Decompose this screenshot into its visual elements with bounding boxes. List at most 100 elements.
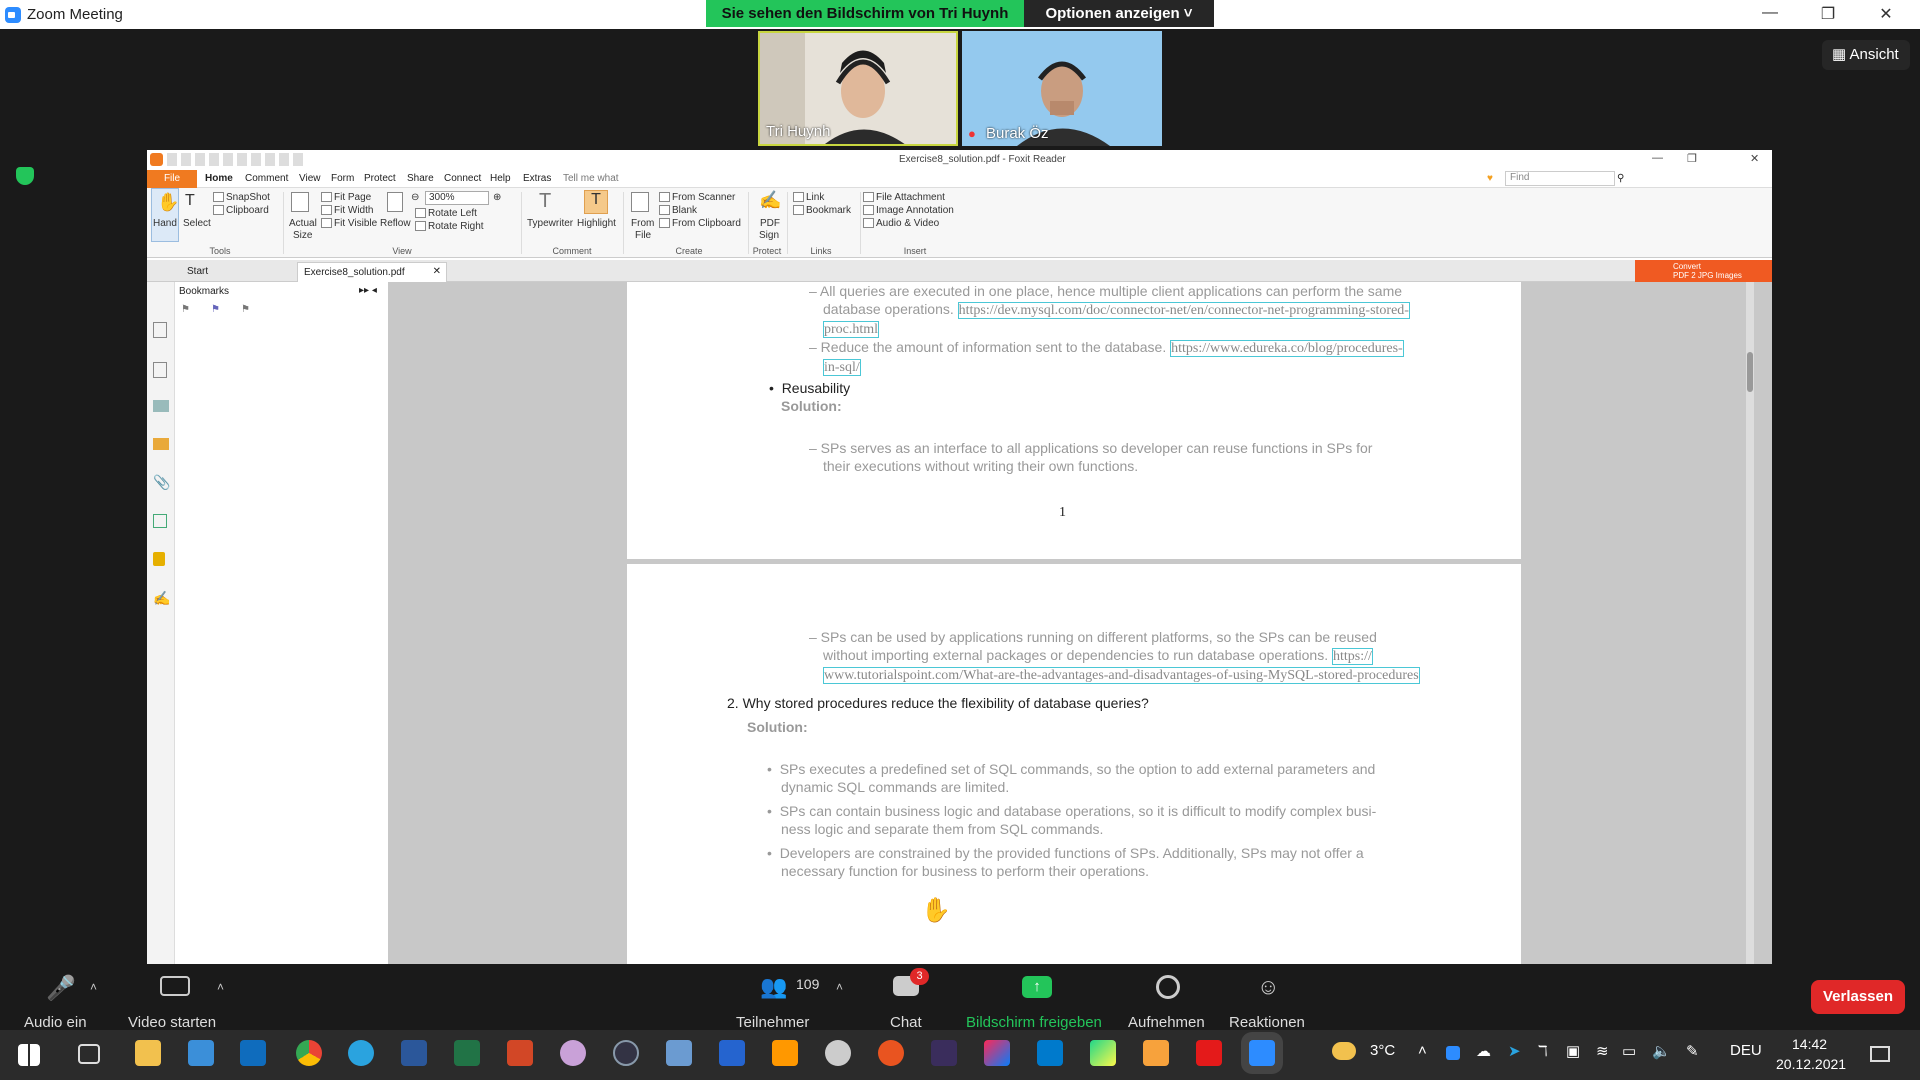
video-button[interactable]: Video starten: [128, 1014, 216, 1031]
participants-icon[interactable]: 👥: [760, 974, 787, 1000]
chat-button[interactable]: Chat: [890, 1014, 922, 1031]
highlight-label[interactable]: Highlight: [577, 218, 616, 229]
pdf-link[interactable]: proc.html: [823, 321, 880, 338]
close-icon[interactable]: ✕: [1871, 4, 1901, 24]
excel-icon[interactable]: [454, 1040, 480, 1066]
bookmark-delete-icon[interactable]: ⚑: [241, 304, 250, 315]
display-icon[interactable]: ▣: [1566, 1042, 1580, 1060]
language-indicator[interactable]: DEU: [1730, 1042, 1762, 1059]
pdf-sign-label[interactable]: PDF: [760, 218, 780, 229]
menu-view[interactable]: View: [299, 173, 321, 184]
menu-file[interactable]: File: [147, 170, 197, 188]
pen-icon[interactable]: ✎: [1686, 1042, 1699, 1060]
view-button[interactable]: ▦ Ansicht: [1822, 40, 1910, 70]
file-attachment-button[interactable]: File Attachment: [863, 192, 945, 203]
close-icon[interactable]: ✕: [1750, 152, 1759, 165]
vpn-lock-icon[interactable]: [613, 1040, 639, 1066]
reflow-label[interactable]: Reflow: [380, 218, 411, 229]
menu-home[interactable]: Home: [205, 173, 233, 184]
video-off-icon[interactable]: [160, 976, 190, 996]
battery-icon[interactable]: ▭: [1622, 1042, 1636, 1060]
convert-banner[interactable]: Convert PDF 2 JPG Images: [1635, 260, 1772, 282]
bookmark-add-icon[interactable]: ⚑: [181, 304, 190, 315]
security-panel-icon[interactable]: [153, 552, 165, 566]
scroll-thumb[interactable]: [1747, 352, 1753, 392]
find-input[interactable]: Find: [1505, 171, 1615, 186]
chrome-icon[interactable]: [296, 1040, 322, 1066]
fit-page-button[interactable]: Fit Page: [321, 192, 371, 203]
participants-button[interactable]: Teilnehmer: [736, 1014, 809, 1031]
from-scanner-button[interactable]: From Scanner: [659, 192, 735, 203]
actual-size-icon[interactable]: [291, 192, 309, 212]
telegram-icon[interactable]: [348, 1040, 374, 1066]
outlook-icon[interactable]: [240, 1040, 266, 1066]
pdf-link[interactable]: https://: [1332, 648, 1373, 665]
tools-icon[interactable]: [825, 1040, 851, 1066]
menu-extras[interactable]: Extras: [523, 173, 551, 184]
highlight-icon[interactable]: T: [584, 190, 608, 214]
zoom-in-icon[interactable]: ⊕: [493, 192, 501, 203]
tab-document[interactable]: Exercise8_solution.pdf ✕: [297, 262, 447, 282]
pages-panel-icon[interactable]: [153, 362, 167, 378]
restore-icon[interactable]: ❐: [1687, 152, 1697, 165]
menu-protect[interactable]: Protect: [364, 173, 396, 184]
options-button[interactable]: Optionen anzeigen ˅: [1024, 0, 1214, 27]
pdf-link[interactable]: https://dev.mysql.com/doc/connector-net/…: [957, 302, 1410, 319]
from-file-label[interactable]: From: [631, 218, 654, 229]
weather-icon[interactable]: [1332, 1042, 1356, 1060]
menu-form[interactable]: Form: [331, 173, 354, 184]
reactions-icon[interactable]: ☺: [1257, 974, 1279, 1000]
restore-icon[interactable]: ❐: [1813, 4, 1843, 24]
snapshot-button[interactable]: SnapShot: [213, 192, 270, 203]
zoom-taskbar-icon[interactable]: [1249, 1040, 1275, 1066]
intellij-icon[interactable]: [984, 1040, 1010, 1066]
file-explorer-icon[interactable]: [135, 1040, 161, 1066]
security-shield-icon[interactable]: [16, 167, 34, 185]
clock-date[interactable]: 20.12.2021: [1776, 1056, 1846, 1072]
wifi-icon[interactable]: ≋: [1596, 1042, 1609, 1060]
record-icon[interactable]: [1156, 975, 1180, 999]
quick-access-toolbar[interactable]: [167, 153, 307, 166]
fit-visible-button[interactable]: Fit Visible: [321, 218, 377, 229]
from-file-icon[interactable]: [631, 192, 649, 212]
link-button[interactable]: Link: [793, 192, 824, 203]
minimize-icon[interactable]: —: [1652, 152, 1663, 164]
typewriter-icon[interactable]: T: [539, 190, 551, 213]
minimize-icon[interactable]: —: [1755, 4, 1785, 22]
video-options-icon[interactable]: ˄: [217, 980, 224, 994]
ubuntu-icon[interactable]: [878, 1040, 904, 1066]
telegram-tray-icon[interactable]: ➤: [1508, 1042, 1521, 1060]
clipboard-button[interactable]: Clipboard: [213, 205, 269, 216]
menu-comment[interactable]: Comment: [245, 173, 288, 184]
attachments-panel-icon[interactable]: 📎: [153, 474, 170, 491]
clock-time[interactable]: 14:42: [1792, 1036, 1827, 1052]
pdf-sign-icon[interactable]: ✍: [759, 190, 781, 211]
acrobat-icon[interactable]: [1196, 1040, 1222, 1066]
image-annotation-button[interactable]: Image Annotation: [863, 205, 954, 216]
signatures-panel-icon[interactable]: [153, 514, 167, 528]
document-view[interactable]: – All queries are executed in one place,…: [388, 282, 1772, 964]
typewriter-label[interactable]: Typewriter: [527, 218, 573, 229]
audio-options-icon[interactable]: ˄: [90, 980, 97, 994]
layers-panel-icon[interactable]: [153, 400, 169, 412]
onedrive-icon[interactable]: ☁: [1476, 1042, 1491, 1060]
menu-help[interactable]: Help: [490, 173, 511, 184]
media-player-icon[interactable]: [1143, 1040, 1169, 1066]
bookmark-expand-icon[interactable]: ⚑: [211, 304, 220, 315]
tell-me-input[interactable]: Tell me what: [563, 173, 619, 184]
windows-start-icon[interactable]: [18, 1044, 40, 1066]
pdf-link[interactable]: https://www.edureka.co/blog/procedures-: [1170, 340, 1404, 357]
pdf-link[interactable]: www.tutorialspoint.com/What-are-the-adva…: [823, 667, 1420, 684]
share-screen-button[interactable]: Bildschirm freigeben: [966, 1014, 1102, 1031]
notifications-icon[interactable]: [1870, 1046, 1890, 1062]
reflow-icon[interactable]: [387, 192, 403, 212]
vertical-scrollbar[interactable]: [1746, 282, 1754, 964]
sublime-icon[interactable]: [772, 1040, 798, 1066]
heart-icon[interactable]: ♥: [1487, 173, 1493, 184]
weather-temp[interactable]: 3°C: [1370, 1042, 1395, 1059]
audio-video-button[interactable]: Audio & Video: [863, 218, 939, 229]
video-tile[interactable]: Tri Huynh: [758, 31, 958, 146]
menu-connect[interactable]: Connect: [444, 173, 481, 184]
leave-button[interactable]: Verlassen: [1811, 980, 1905, 1014]
zoom-select[interactable]: 300%: [425, 191, 489, 205]
